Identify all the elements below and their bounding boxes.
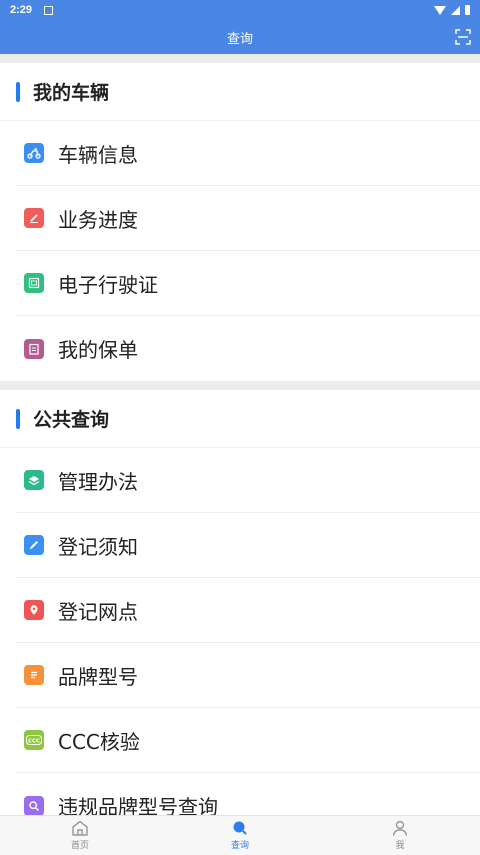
svg-text:CCC: CCC bbox=[28, 738, 40, 744]
list-item-registration-notice[interactable]: 登记须知 bbox=[16, 513, 480, 578]
ccc-icon: CCC bbox=[24, 730, 44, 750]
list-item-brand-model[interactable]: 品牌型号 bbox=[16, 643, 480, 708]
tab-label: 首页 bbox=[70, 841, 89, 851]
list-item-ccc-verification[interactable]: CCC CCC核验 bbox=[16, 708, 480, 773]
list-item-label: 管理办法 bbox=[58, 469, 138, 494]
policy-document-icon bbox=[24, 338, 44, 359]
list-item-registration-outlets[interactable]: 登记网点 bbox=[16, 578, 480, 643]
section-header: 公共查询 bbox=[0, 390, 480, 448]
section-title: 我的车辆 bbox=[33, 82, 110, 104]
scan-icon[interactable] bbox=[455, 29, 471, 45]
tab-me[interactable]: 我 bbox=[320, 816, 480, 855]
search-icon bbox=[233, 821, 247, 835]
list-item-label: 业务进度 bbox=[58, 207, 138, 232]
vehicle-icon bbox=[24, 143, 44, 163]
list-item-business-progress[interactable]: 业务进度 bbox=[16, 186, 480, 251]
tab-query[interactable]: 查询 bbox=[160, 816, 320, 855]
wifi-icon bbox=[434, 5, 446, 15]
section-title: 公共查询 bbox=[33, 409, 110, 431]
bottom-nav: 首页 查询 我 bbox=[0, 815, 480, 855]
status-bar: 2:29 bbox=[0, 0, 480, 20]
list-item-label: 登记须知 bbox=[58, 534, 138, 559]
battery-icon bbox=[465, 5, 470, 15]
license-card-icon bbox=[24, 273, 44, 293]
signal-icon bbox=[451, 5, 460, 15]
section-my-vehicles: 我的车辆 车辆信息 业务进度 电子行驶证 我的保单 bbox=[0, 63, 480, 381]
list-item-label: 电子行驶证 bbox=[58, 272, 158, 297]
home-icon bbox=[72, 820, 88, 836]
section-public-query: 公共查询 管理办法 登记须知 登记网点 品牌型号 CCC CCC核验 违规品牌型… bbox=[0, 390, 480, 838]
section-header: 我的车辆 bbox=[0, 63, 480, 121]
search-icon bbox=[24, 795, 44, 816]
section-accent-bar bbox=[16, 81, 20, 102]
list-item-label: 品牌型号 bbox=[58, 664, 138, 689]
list-item-label: 登记网点 bbox=[58, 599, 138, 624]
list-item-label: 我的保单 bbox=[58, 338, 138, 362]
user-icon bbox=[392, 820, 408, 836]
layers-icon bbox=[24, 470, 44, 490]
tab-home[interactable]: 首页 bbox=[0, 816, 160, 855]
main-content: 我的车辆 车辆信息 业务进度 电子行驶证 我的保单 公共查询 管理办法 登记须知… bbox=[0, 63, 480, 838]
section-divider bbox=[0, 381, 480, 390]
pencil-edit-icon bbox=[24, 208, 44, 228]
section-accent-bar bbox=[16, 408, 20, 429]
list-item-label: 车辆信息 bbox=[58, 142, 138, 167]
list-item-my-policy[interactable]: 我的保单 bbox=[16, 316, 480, 381]
tab-label: 我 bbox=[395, 841, 405, 851]
tab-label: 查询 bbox=[230, 841, 249, 851]
notification-icon bbox=[44, 5, 54, 15]
list-item-management-rules[interactable]: 管理办法 bbox=[16, 448, 480, 513]
list-item-label: CCC核验 bbox=[58, 729, 140, 754]
list-document-icon bbox=[24, 665, 44, 685]
page-title: 查询 bbox=[226, 31, 253, 47]
edit-note-icon bbox=[24, 535, 44, 555]
app-header: 查询 bbox=[0, 20, 480, 54]
list-item-vehicle-info[interactable]: 车辆信息 bbox=[16, 121, 480, 186]
list-item-e-license[interactable]: 电子行驶证 bbox=[16, 251, 480, 316]
status-time: 2:29 bbox=[10, 4, 33, 16]
location-pin-icon bbox=[24, 600, 44, 620]
